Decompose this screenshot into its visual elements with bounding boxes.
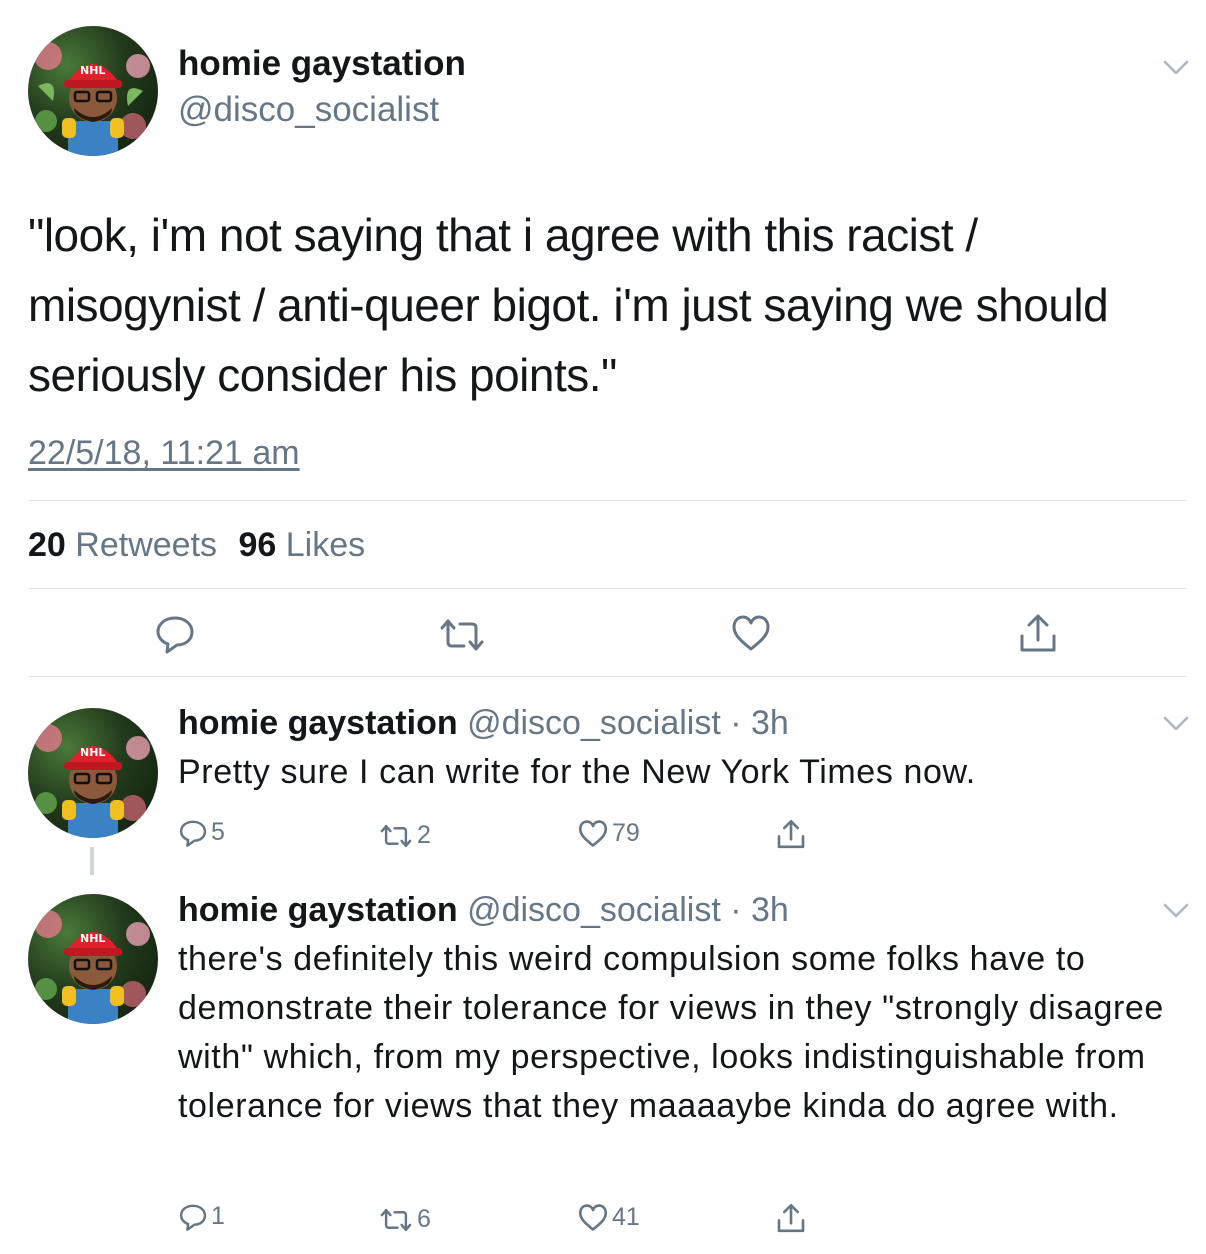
like-button[interactable]: 41 (578, 1203, 640, 1232)
reply-author-handle[interactable]: @disco_socialist (467, 704, 721, 742)
reply-time[interactable]: · 3h (730, 891, 789, 929)
reply-icon[interactable] (155, 614, 195, 654)
thread-connector (90, 847, 94, 875)
reply-author-name[interactable]: homie gaystation (178, 891, 458, 929)
reply-button[interactable]: 1 (179, 1202, 225, 1231)
retweet-count: 20 (28, 526, 66, 564)
reply-author-name[interactable]: homie gaystation (178, 704, 458, 742)
share-icon[interactable] (776, 1202, 806, 1234)
author-handle[interactable]: @disco_socialist (178, 90, 439, 130)
reply-header: homie gaystation @disco_socialist · 3h (178, 704, 789, 743)
retweet-button[interactable]: 2 (379, 821, 431, 850)
avatar[interactable]: NHL (28, 26, 158, 156)
author-name[interactable]: homie gaystation (178, 44, 466, 84)
svg-text:NHL: NHL (80, 932, 105, 945)
like-count: 79 (612, 819, 640, 847)
like-count: 96 (238, 526, 277, 564)
divider (28, 500, 1186, 501)
share-icon[interactable] (776, 818, 806, 850)
retweet-icon[interactable] (438, 618, 486, 652)
reply-button[interactable]: 5 (179, 818, 225, 847)
tweet-stats: 20 Retweets 96 Likes (28, 526, 377, 565)
likes-stat[interactable]: 96 Likes (238, 526, 371, 564)
avatar[interactable]: NHL (28, 708, 158, 838)
like-icon (578, 1204, 608, 1231)
tweet-text: "look, i'm not saying that i agree with … (28, 209, 1109, 401)
reply-count: 1 (211, 1202, 225, 1230)
reply-icon (179, 1204, 207, 1231)
divider (28, 588, 1186, 589)
retweet-icon (380, 824, 412, 847)
divider (28, 676, 1186, 677)
chevron-down-icon[interactable] (1163, 60, 1189, 76)
reply-time[interactable]: · 3h (730, 704, 789, 742)
like-button[interactable]: 79 (578, 819, 640, 848)
retweet-count: 6 (417, 1205, 431, 1233)
tweet-timestamp[interactable]: 22/5/18, 11:21 am (28, 434, 300, 473)
retweets-stat[interactable]: 20 Retweets (28, 526, 223, 564)
avatar[interactable]: NHL (28, 894, 158, 1024)
reply-author-handle[interactable]: @disco_socialist (467, 891, 721, 929)
retweet-button[interactable]: 6 (379, 1205, 431, 1234)
retweet-count: 2 (417, 821, 431, 849)
chevron-down-icon[interactable] (1163, 903, 1189, 919)
reply-text: there's definitely this weird compulsion… (178, 940, 1164, 1125)
like-count: 41 (612, 1203, 640, 1231)
share-icon[interactable] (1018, 612, 1058, 654)
svg-text:NHL: NHL (80, 64, 105, 77)
svg-text:NHL: NHL (80, 746, 105, 759)
reply-count: 5 (211, 818, 225, 846)
reply-text: Pretty sure I can write for the New York… (178, 753, 976, 791)
retweet-icon (380, 1208, 412, 1231)
like-label: Likes (285, 526, 366, 564)
like-icon[interactable] (731, 615, 771, 651)
chevron-down-icon[interactable] (1163, 716, 1189, 732)
reply-icon (179, 820, 207, 847)
like-icon (578, 820, 608, 847)
retweet-label: Retweets (75, 526, 218, 564)
reply-header: homie gaystation @disco_socialist · 3h (178, 891, 789, 930)
